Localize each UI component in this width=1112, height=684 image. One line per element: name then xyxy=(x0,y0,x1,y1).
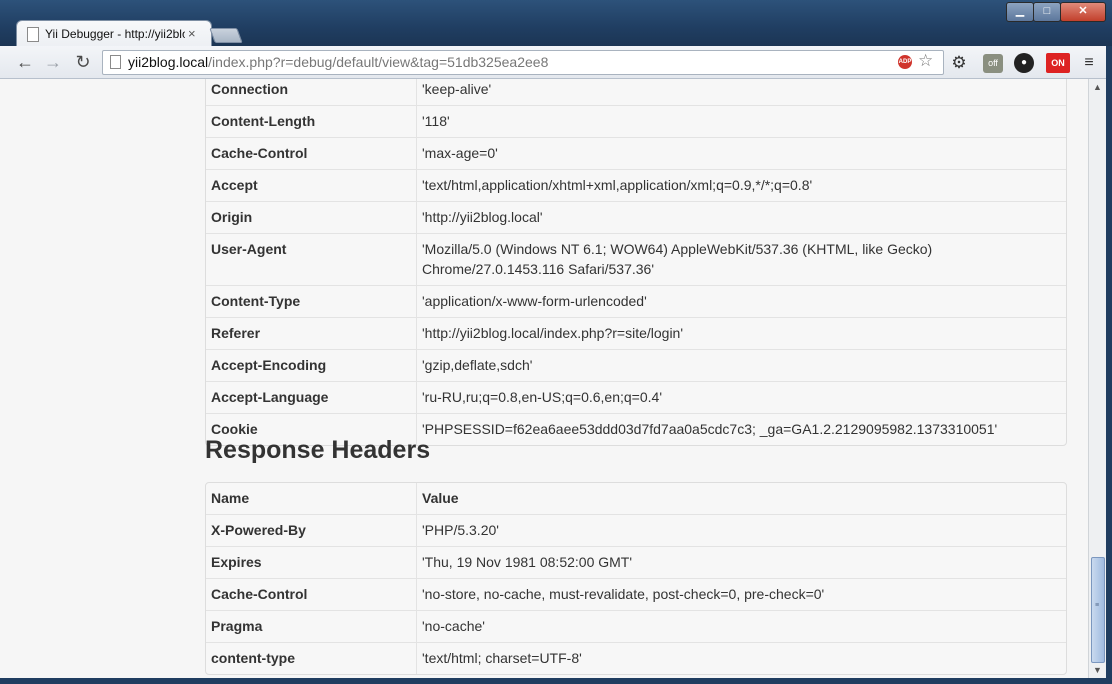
header-name-cell: Cache-Control xyxy=(206,578,417,610)
vertical-scrollbar[interactable]: ▲ ≡ ▼ xyxy=(1088,79,1106,678)
request-headers-panel: Connection 'keep-alive' Content-Length '118… xyxy=(205,79,1067,446)
page-icon xyxy=(27,27,39,42)
header-name-cell: Referer xyxy=(206,317,417,349)
table-row: Cache-Control'max-age=0' xyxy=(206,137,1066,169)
table-row: User-Agent 'Mozilla/5.0 (Windows NT 6.1; … xyxy=(206,233,1066,285)
grip-icon: ≡ xyxy=(1095,602,1100,609)
request-headers-table: Connection 'keep-alive' Content-Length '118… xyxy=(205,79,1067,446)
header-name-cell: content-type xyxy=(206,642,417,674)
scroll-up-arrow-icon[interactable]: ▲ xyxy=(1089,79,1106,95)
reload-icon[interactable]: ↻ xyxy=(72,51,94,73)
address-bar[interactable]: yii2blog.local/index.php?r=debug/default… xyxy=(102,50,944,75)
table-row: Pragma'no-cache' xyxy=(206,610,1066,642)
table-row: Accept-Language'ru-RU,ru;q=0.8,en-US;q=0… xyxy=(206,381,1066,413)
scroll-down-arrow-icon[interactable]: ▼ xyxy=(1089,662,1106,678)
table-row: Referer'http://yii2blog.local/index.php?… xyxy=(206,317,1066,349)
table-header-row: Name Value xyxy=(206,483,1066,514)
table-row: Cache-Control'no-store, no-cache, must-r… xyxy=(206,578,1066,610)
back-arrow-icon[interactable]: ← xyxy=(14,51,36,73)
header-name-cell: Connection xyxy=(206,79,417,105)
response-headers-title: Response Headers xyxy=(205,436,431,464)
header-name-cell: User-Agent xyxy=(206,233,417,285)
window-minimize-button[interactable]: ▁ xyxy=(1006,2,1034,22)
new-tab-button[interactable] xyxy=(209,28,243,43)
header-value-cell: 'http://yii2blog.local' xyxy=(417,201,1066,233)
page-viewport: Connection 'keep-alive' Content-Length '118… xyxy=(0,79,1088,678)
response-headers-table: Name Value X-Powered-By 'PHP/5.3.20' Expir… xyxy=(205,482,1067,675)
header-value-cell: 'Thu, 19 Nov 1981 08:52:00 GMT' xyxy=(417,546,1066,578)
header-value-cell: 'text/html,application/xhtml+xml,applica… xyxy=(417,169,1066,201)
header-value-cell: 'max-age=0' xyxy=(417,137,1066,169)
tab-close-icon[interactable]: × xyxy=(188,26,196,41)
header-value-cell: 'http://yii2blog.local/index.php?r=site/… xyxy=(417,317,1066,349)
header-name-cell: Accept-Language xyxy=(206,381,417,413)
header-value-cell: 'Mozilla/5.0 (Windows NT 6.1; WOW64) App… xyxy=(417,233,1066,285)
scrollbar-thumb[interactable]: ≡ xyxy=(1091,557,1105,663)
menu-icon[interactable]: ≡ xyxy=(1079,53,1099,73)
url-path: /index.php?r=debug/default/view&tag=51db… xyxy=(208,54,549,70)
header-value-cell: 'text/html; charset=UTF-8' xyxy=(417,642,1066,674)
window-title-bar: Yii Debugger - http://yii2blog × ▁ □ ✕ xyxy=(0,0,1112,48)
table-row: content-type'text/html; charset=UTF-8' xyxy=(206,642,1066,674)
gear-icon[interactable]: ⚙ xyxy=(949,53,969,73)
header-value-cell: 'no-store, no-cache, must-revalidate, po… xyxy=(417,578,1066,610)
extension-icon[interactable]: off xyxy=(983,54,1003,73)
header-value-cell: 'ru-RU,ru;q=0.8,en-US;q=0.6,en;q=0.4' xyxy=(417,381,1066,413)
table-row: Accept'text/html,application/xhtml+xml,a… xyxy=(206,169,1066,201)
on-extension-icon[interactable]: ON xyxy=(1046,53,1070,73)
header-name-cell: Cache-Control xyxy=(206,137,417,169)
github-icon[interactable]: ● xyxy=(1014,53,1034,73)
forward-arrow-icon[interactable]: → xyxy=(42,51,64,73)
table-row: Expires 'Thu, 19 Nov 1981 08:52:00 GMT' xyxy=(206,546,1066,578)
column-header-value: Value xyxy=(422,490,459,506)
window-frame-bottom xyxy=(0,678,1112,684)
adblock-icon[interactable]: ADP xyxy=(898,55,912,69)
column-header-name: Name xyxy=(206,483,417,514)
window-close-button[interactable]: ✕ xyxy=(1060,2,1106,22)
table-row: Content-Type'application/x-www-form-urle… xyxy=(206,285,1066,317)
browser-tab[interactable]: Yii Debugger - http://yii2blog × xyxy=(16,20,212,48)
table-row: Connection 'keep-alive' xyxy=(206,79,1066,105)
header-value-cell: '118' xyxy=(417,105,1066,137)
header-name-cell: Content-Length xyxy=(206,105,417,137)
header-value-cell: 'PHP/5.3.20' xyxy=(417,514,1066,546)
window-maximize-button[interactable]: □ xyxy=(1033,2,1061,22)
tab-title: Yii Debugger - http://yii2blog xyxy=(45,27,185,41)
header-value-cell: 'gzip,deflate,sdch' xyxy=(417,349,1066,381)
page-icon xyxy=(110,55,121,69)
star-icon[interactable]: ☆ xyxy=(918,51,933,71)
table-row: Accept-Encoding'gzip,deflate,sdch' xyxy=(206,349,1066,381)
browser-toolbar: ← → ↻ yii2blog.local/index.php?r=debug/d… xyxy=(0,46,1112,79)
header-name-cell: X-Powered-By xyxy=(206,514,417,546)
header-value-cell: 'no-cache' xyxy=(417,610,1066,642)
header-value-cell: 'PHPSESSID=f62ea6aee53ddd03d7fd7aa0a5cdc… xyxy=(417,413,1066,445)
response-headers-panel: Name Value X-Powered-By 'PHP/5.3.20' Expir… xyxy=(205,482,1067,675)
header-name-cell: Origin xyxy=(206,201,417,233)
header-value-cell: 'application/x-www-form-urlencoded' xyxy=(417,285,1066,317)
header-name-cell: Accept-Encoding xyxy=(206,349,417,381)
header-name-cell: Content-Type xyxy=(206,285,417,317)
window-frame-right xyxy=(1106,46,1112,684)
url-text[interactable]: yii2blog.local/index.php?r=debug/default… xyxy=(128,54,548,70)
url-host: yii2blog.local xyxy=(128,54,209,70)
header-name-cell: Expires xyxy=(206,546,417,578)
table-row: Content-Length '118' xyxy=(206,105,1066,137)
header-value-cell: 'keep-alive' xyxy=(422,81,492,97)
header-name-cell: Pragma xyxy=(206,610,417,642)
table-row: Origin'http://yii2blog.local' xyxy=(206,201,1066,233)
header-name-cell: Accept xyxy=(206,169,417,201)
table-row: X-Powered-By 'PHP/5.3.20' xyxy=(206,514,1066,546)
